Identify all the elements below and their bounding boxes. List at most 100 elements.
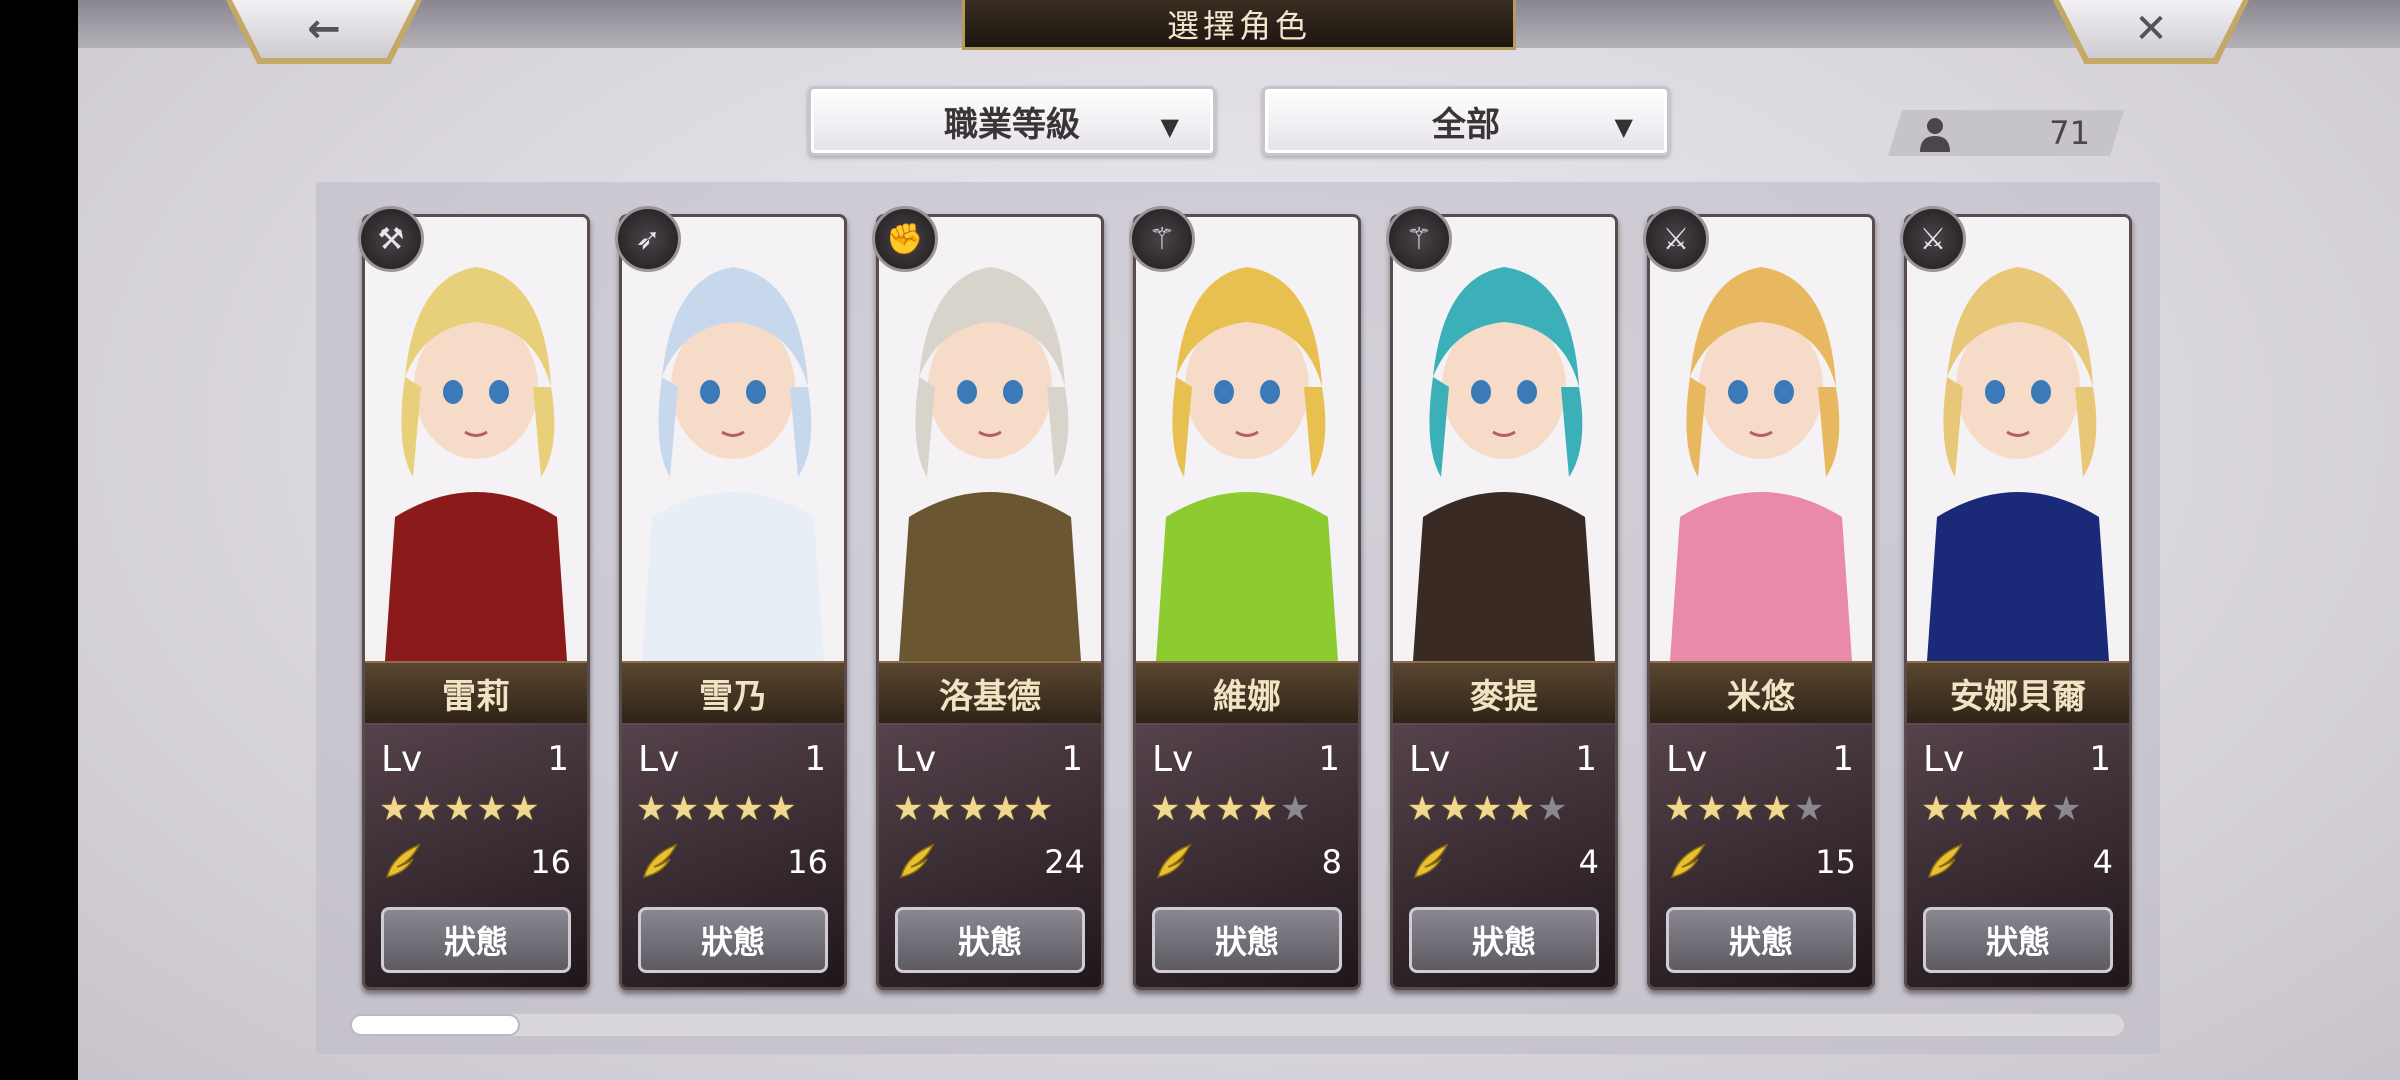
close-button[interactable]: ✕ bbox=[2053, 0, 2249, 64]
star-icon: ★ bbox=[1664, 789, 1697, 829]
scrollbar-track[interactable] bbox=[350, 1014, 2124, 1036]
character-name: 安娜貝爾 bbox=[1907, 661, 2129, 725]
star-icon: ★ bbox=[1182, 789, 1215, 829]
character-card[interactable]: 雷莉 Lv 1 ★★★★★ 16 狀態 bbox=[362, 214, 590, 990]
level-value: 1 bbox=[1575, 739, 1597, 779]
sword-icon: ⚔ bbox=[1900, 206, 1966, 272]
rarity-stars: ★★★★★ bbox=[1664, 789, 1826, 829]
status-button[interactable]: 狀態 bbox=[638, 907, 828, 973]
feather-count: 8 bbox=[1321, 843, 1342, 881]
type-filter-dropdown[interactable]: 全部 ▼ bbox=[1262, 86, 1670, 156]
star-icon: ★ bbox=[1985, 789, 2019, 829]
status-button[interactable]: 狀態 bbox=[1923, 907, 2113, 973]
star-icon: ★ bbox=[925, 789, 958, 829]
star-icon: ★ bbox=[733, 789, 766, 829]
character-portrait bbox=[1907, 217, 2129, 661]
level-value: 1 bbox=[1832, 739, 1854, 779]
level-label: Lv bbox=[381, 739, 423, 780]
character-name: 洛基德 bbox=[879, 661, 1101, 725]
level-value: 1 bbox=[2089, 739, 2111, 779]
character-count: 71 bbox=[2049, 114, 2090, 152]
rarity-stars: ★★★★★ bbox=[893, 789, 1055, 829]
bow-icon: ➶ bbox=[615, 206, 681, 272]
close-icon: ✕ bbox=[2134, 6, 2168, 52]
scrollbar-thumb[interactable] bbox=[350, 1014, 520, 1036]
character-stats: Lv 1 ★★★★★ 16 狀態 bbox=[365, 723, 587, 987]
character-portrait bbox=[365, 217, 587, 661]
job-level-dropdown[interactable]: 職業等級 ▼ bbox=[808, 86, 1216, 156]
star-icon: ★ bbox=[411, 789, 444, 829]
feather-count: 16 bbox=[530, 843, 571, 881]
star-icon: ★ bbox=[1728, 789, 1762, 829]
character-stats: Lv 1 ★★★★★ 4 狀態 bbox=[1393, 723, 1615, 987]
feather-count: 4 bbox=[2092, 843, 2113, 881]
character-stats: Lv 1 ★★★★★ 8 狀態 bbox=[1136, 723, 1358, 987]
rarity-stars: ★★★★★ bbox=[1407, 789, 1569, 829]
character-card[interactable]: 米悠 Lv 1 ★★★★★ 15 狀態 bbox=[1647, 214, 1875, 990]
axe-icon: ⚒ bbox=[358, 206, 424, 272]
character-stats: Lv 1 ★★★★★ 24 狀態 bbox=[879, 723, 1101, 987]
star-icon: ★ bbox=[1471, 789, 1505, 829]
sword-icon: ⚔ bbox=[1643, 206, 1709, 272]
rarity-stars: ★★★★★ bbox=[1150, 789, 1312, 829]
character-name: 米悠 bbox=[1650, 661, 1872, 725]
star-icon: ★ bbox=[1247, 789, 1280, 829]
star-icon: ★ bbox=[1214, 789, 1248, 829]
character-portrait bbox=[1393, 217, 1615, 661]
staff-icon: ⚚ bbox=[1386, 206, 1452, 272]
feather-icon bbox=[1927, 843, 1963, 879]
rarity-stars: ★★★★★ bbox=[636, 789, 798, 829]
status-button[interactable]: 狀態 bbox=[381, 907, 571, 973]
status-button[interactable]: 狀態 bbox=[1152, 907, 1342, 973]
star-icon: ★ bbox=[508, 789, 542, 829]
star-icon: ★ bbox=[2018, 789, 2051, 829]
star-icon: ★ bbox=[1696, 789, 1729, 829]
star-icon: ★ bbox=[2050, 789, 2084, 829]
star-icon: ★ bbox=[1921, 789, 1954, 829]
character-portrait bbox=[879, 217, 1101, 661]
level-value: 1 bbox=[547, 739, 569, 779]
character-card[interactable]: 雪乃 Lv 1 ★★★★★ 16 狀態 bbox=[619, 214, 847, 990]
chevron-down-icon: ▼ bbox=[1160, 113, 1179, 141]
feather-icon bbox=[899, 843, 935, 879]
level-label: Lv bbox=[1409, 739, 1451, 780]
star-icon: ★ bbox=[668, 789, 701, 829]
chevron-down-icon: ▼ bbox=[1614, 113, 1633, 141]
character-portrait bbox=[1650, 217, 1872, 661]
status-button[interactable]: 狀態 bbox=[1409, 907, 1599, 973]
feather-count: 4 bbox=[1578, 843, 1599, 881]
character-stats: Lv 1 ★★★★★ 15 狀態 bbox=[1650, 723, 1872, 987]
star-icon: ★ bbox=[1793, 789, 1827, 829]
character-card[interactable]: 安娜貝爾 Lv 1 ★★★★★ 4 狀態 bbox=[1904, 214, 2132, 990]
star-icon: ★ bbox=[765, 789, 799, 829]
character-card[interactable]: 洛基德 Lv 1 ★★★★★ 24 狀態 bbox=[876, 214, 1104, 990]
star-icon: ★ bbox=[379, 789, 412, 829]
star-icon: ★ bbox=[1150, 789, 1183, 829]
staff-icon: ⚚ bbox=[1129, 206, 1195, 272]
feather-icon bbox=[385, 843, 421, 879]
character-card[interactable]: 麥提 Lv 1 ★★★★★ 4 狀態 bbox=[1390, 214, 1618, 990]
character-stats: Lv 1 ★★★★★ 16 狀態 bbox=[622, 723, 844, 987]
star-icon: ★ bbox=[893, 789, 926, 829]
character-card[interactable]: 維娜 Lv 1 ★★★★★ 8 狀態 bbox=[1133, 214, 1361, 990]
character-name: 麥提 bbox=[1393, 661, 1615, 725]
level-value: 1 bbox=[804, 739, 826, 779]
star-icon: ★ bbox=[1504, 789, 1537, 829]
feather-icon bbox=[1413, 843, 1449, 879]
level-value: 1 bbox=[1061, 739, 1083, 779]
star-icon: ★ bbox=[1761, 789, 1794, 829]
job-level-dropdown-label: 職業等級 bbox=[944, 104, 1080, 145]
star-icon: ★ bbox=[1439, 789, 1472, 829]
character-name: 維娜 bbox=[1136, 661, 1358, 725]
feather-count: 15 bbox=[1815, 843, 1856, 881]
feather-icon bbox=[1156, 843, 1192, 879]
level-label: Lv bbox=[895, 739, 937, 780]
back-arrow-icon: ← bbox=[307, 6, 341, 52]
star-icon: ★ bbox=[476, 789, 509, 829]
star-icon: ★ bbox=[1407, 789, 1440, 829]
back-button[interactable]: ← bbox=[226, 0, 422, 64]
star-icon: ★ bbox=[1536, 789, 1570, 829]
status-button[interactable]: 狀態 bbox=[1666, 907, 1856, 973]
star-icon: ★ bbox=[700, 789, 734, 829]
status-button[interactable]: 狀態 bbox=[895, 907, 1085, 973]
